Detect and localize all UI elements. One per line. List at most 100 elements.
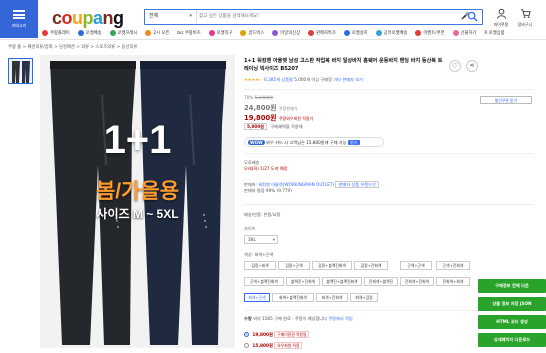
category-shortcut[interactable]: 이벤트/쿠폰 (411, 30, 448, 36)
size-select[interactable]: 3XL (244, 235, 278, 244)
heart-icon[interactable]: ♡ (449, 60, 461, 72)
product-thumbnail[interactable] (8, 58, 33, 84)
seller-option-tag: 구매이용권 적용됨 (274, 331, 310, 338)
color-option[interactable]: 검정+블랙진회색 (312, 261, 352, 270)
save-json-button[interactable]: 상품 정보 저장 JSON (478, 297, 546, 311)
category-shortcut[interactable]: 쿠팡플레이 (38, 30, 74, 36)
quantity-text: 외의 1585 구매 완료 · 쿠팡이 예상합니다 (253, 316, 327, 321)
category-dot-icon (375, 30, 382, 36)
seller-rating: 판매자 평점 99% (9,779) (244, 188, 292, 193)
member-price-value: 19,800원 (244, 114, 277, 122)
discount-line: 70% 53,000원 (244, 95, 273, 101)
wow-apply-button[interactable]: 받기 (347, 140, 360, 145)
category-shortcut[interactable]: 이달의신상 (268, 30, 304, 36)
category-shortcut[interactable]: 로켓프레시 (106, 30, 142, 36)
coupang-logo[interactable]: coupang (52, 8, 124, 29)
cart-icon (520, 9, 531, 18)
color-option-selected[interactable]: 회색+곤색 (244, 293, 270, 302)
color-option[interactable]: 진회색+회색 (436, 277, 470, 286)
category-dot-icon (109, 30, 116, 36)
search-bar: 전체 🎤 (144, 9, 483, 25)
seller-option-row[interactable]: 19,800원 구매이용권 적용됨 (244, 331, 310, 338)
mypage-button[interactable]: 마이쿠팡 (490, 8, 512, 28)
color-option[interactable]: 회색+진회색 (316, 293, 348, 302)
seller-option-row[interactable]: 15,800원 와우회원 적용 (244, 342, 303, 349)
color-option[interactable]: 블랙진+블랙진회색 (322, 277, 362, 286)
sale-price-tag: 쿠팡판매가 (278, 106, 298, 111)
category-dot-icon (42, 30, 48, 36)
category-dot-icon (272, 30, 279, 36)
hamburger-icon (13, 9, 25, 19)
quantity-link[interactable]: 쿠팡에서 적립 (328, 316, 352, 321)
user-icon (496, 8, 506, 19)
category-dot-icon (452, 30, 459, 36)
radio-selected[interactable] (244, 332, 249, 337)
seller-name-link[interactable]: 워킹맨 아울렛(WORKINGMAN OUTLET) (258, 182, 334, 187)
category-shortcut[interactable]: 로켓설치 (340, 30, 372, 36)
header-divider (0, 39, 546, 40)
shipping-info: 무료배송 모레(화) 1/27 도착 예정 (244, 160, 288, 172)
download-purchase-info-button[interactable]: 구매정보 전체 다운 (478, 279, 546, 293)
color-option[interactable]: 검정+회색 (244, 261, 276, 270)
color-option[interactable]: 회색+블랙진회색 (272, 293, 314, 302)
category-shortcut-bar: 쿠팡플레이 로켓배송 로켓프레시 2시 오픈 biz 쿠팡비즈 로켓직구 골드박… (38, 28, 546, 38)
color-option[interactable]: 곤색+곤색 (400, 261, 432, 270)
info-divider (244, 153, 534, 154)
generate-html-button[interactable]: HTML 코드 생성 (478, 315, 546, 329)
delivery-date: 모레(화) 1/27 도착 예정 (244, 166, 288, 171)
share-icon[interactable]: ⋖ (466, 60, 478, 72)
seller-option-price: 15,800원 (252, 344, 273, 349)
search-category-select[interactable]: 전체 (145, 10, 197, 23)
color-option[interactable]: 회색+검정 (350, 293, 378, 302)
coupon-download-button[interactable]: 할인쿠폰 받기 (480, 96, 532, 104)
color-option[interactable]: 곤색+블랙진회색 (244, 277, 284, 286)
seller-option-price: 19,800원 (252, 333, 273, 338)
return-info: 배송/반품: 반품/교환 (244, 212, 281, 217)
purchase-count: 5,000개 이상 구매함 (294, 77, 332, 82)
color-option[interactable]: 진회색+블랙진 (364, 277, 398, 286)
breadcrumb[interactable]: 쿠팡 홈 > 패션의류/잡화 > 남성패션 > 의류 > 스포츠의류 > 등산의… (8, 44, 137, 50)
color-option[interactable]: 블랙진+진회색 (286, 277, 320, 286)
search-icon[interactable] (467, 11, 478, 22)
category-dot-icon (77, 30, 84, 36)
color-option[interactable]: 진회색+진회색 (400, 277, 434, 286)
download-detail-page-button[interactable]: 상세페이지 다운로드 (478, 333, 546, 347)
image-overlay-size: 사이즈 M ~ 5XL (96, 207, 179, 221)
rating-stars: ★★★★☆ (244, 77, 263, 82)
category-shortcut[interactable]: 골드박스 (236, 30, 268, 36)
product-title: 1+1 워킹맨 아울렛 남성 고스판 작업복 바지 일상바지 홈웨어 운동바지 … (244, 58, 443, 72)
wow-card-banner[interactable]: WOW 와우 카드 시 고객님은 15,800원에 구매 가능 받기 (244, 137, 384, 147)
category-shortcut[interactable]: 판매자특가 (304, 30, 340, 36)
color-option[interactable]: 곤색+진회색 (436, 261, 470, 270)
radio-unselected[interactable] (244, 343, 249, 348)
seller-info: 판매자: 워킹맨 아울렛(WORKINGMAN OUTLET) 판매자 상품 브… (244, 181, 379, 194)
category-shortcut[interactable]: R 로켓상품 (480, 30, 508, 36)
discount-rate: 70% (244, 95, 254, 100)
category-shortcut[interactable]: 로켓배송 (74, 30, 106, 36)
category-menu-label: 카테고리 (11, 22, 27, 28)
image-overlay-1plus1: 1+1 (103, 118, 172, 162)
seller-prefix: 판매자: (244, 182, 257, 187)
category-dot-icon (308, 30, 315, 36)
category-shortcut[interactable]: 2시 오픈 (141, 30, 173, 36)
cart-button[interactable]: 장바구니 (514, 8, 536, 28)
color-option[interactable]: 검정+진회색 (354, 261, 388, 270)
search-input[interactable] (199, 11, 439, 22)
seller-brand-button[interactable]: 판매자 상품 브랜드인 (335, 181, 379, 188)
pants-thumbnail-image (9, 59, 32, 83)
info-divider (244, 204, 534, 205)
category-shortcut[interactable]: biz 쿠팡비즈 (173, 30, 204, 36)
category-shortcut[interactable]: 선물하기 (449, 30, 481, 36)
original-price: 53,000원 (254, 95, 274, 100)
size-label: 사이즈 (244, 226, 256, 231)
rating-line: ★★★★☆ 6,385개 상품평 5,000개 이상 구매함 기타 판매자 보기 (244, 77, 363, 83)
quantity-row: 수량 외의 1585 구매 완료 · 쿠팡이 예상합니다 쿠팡에서 적립 (244, 316, 353, 322)
category-shortcut[interactable]: 로켓직구 (205, 30, 237, 36)
color-label: 색상: 회색+곤색 (244, 252, 274, 257)
category-shortcut[interactable]: 공유로켓배송 (372, 30, 412, 36)
color-option[interactable]: 검정+곤색 (278, 261, 310, 270)
other-sellers-link[interactable]: 기타 판매자 보기 (333, 77, 363, 82)
review-count-link[interactable]: 6,385개 상품평 (264, 77, 293, 82)
category-menu-button[interactable]: 카테고리 (0, 0, 38, 38)
category-dot-icon (415, 30, 422, 36)
